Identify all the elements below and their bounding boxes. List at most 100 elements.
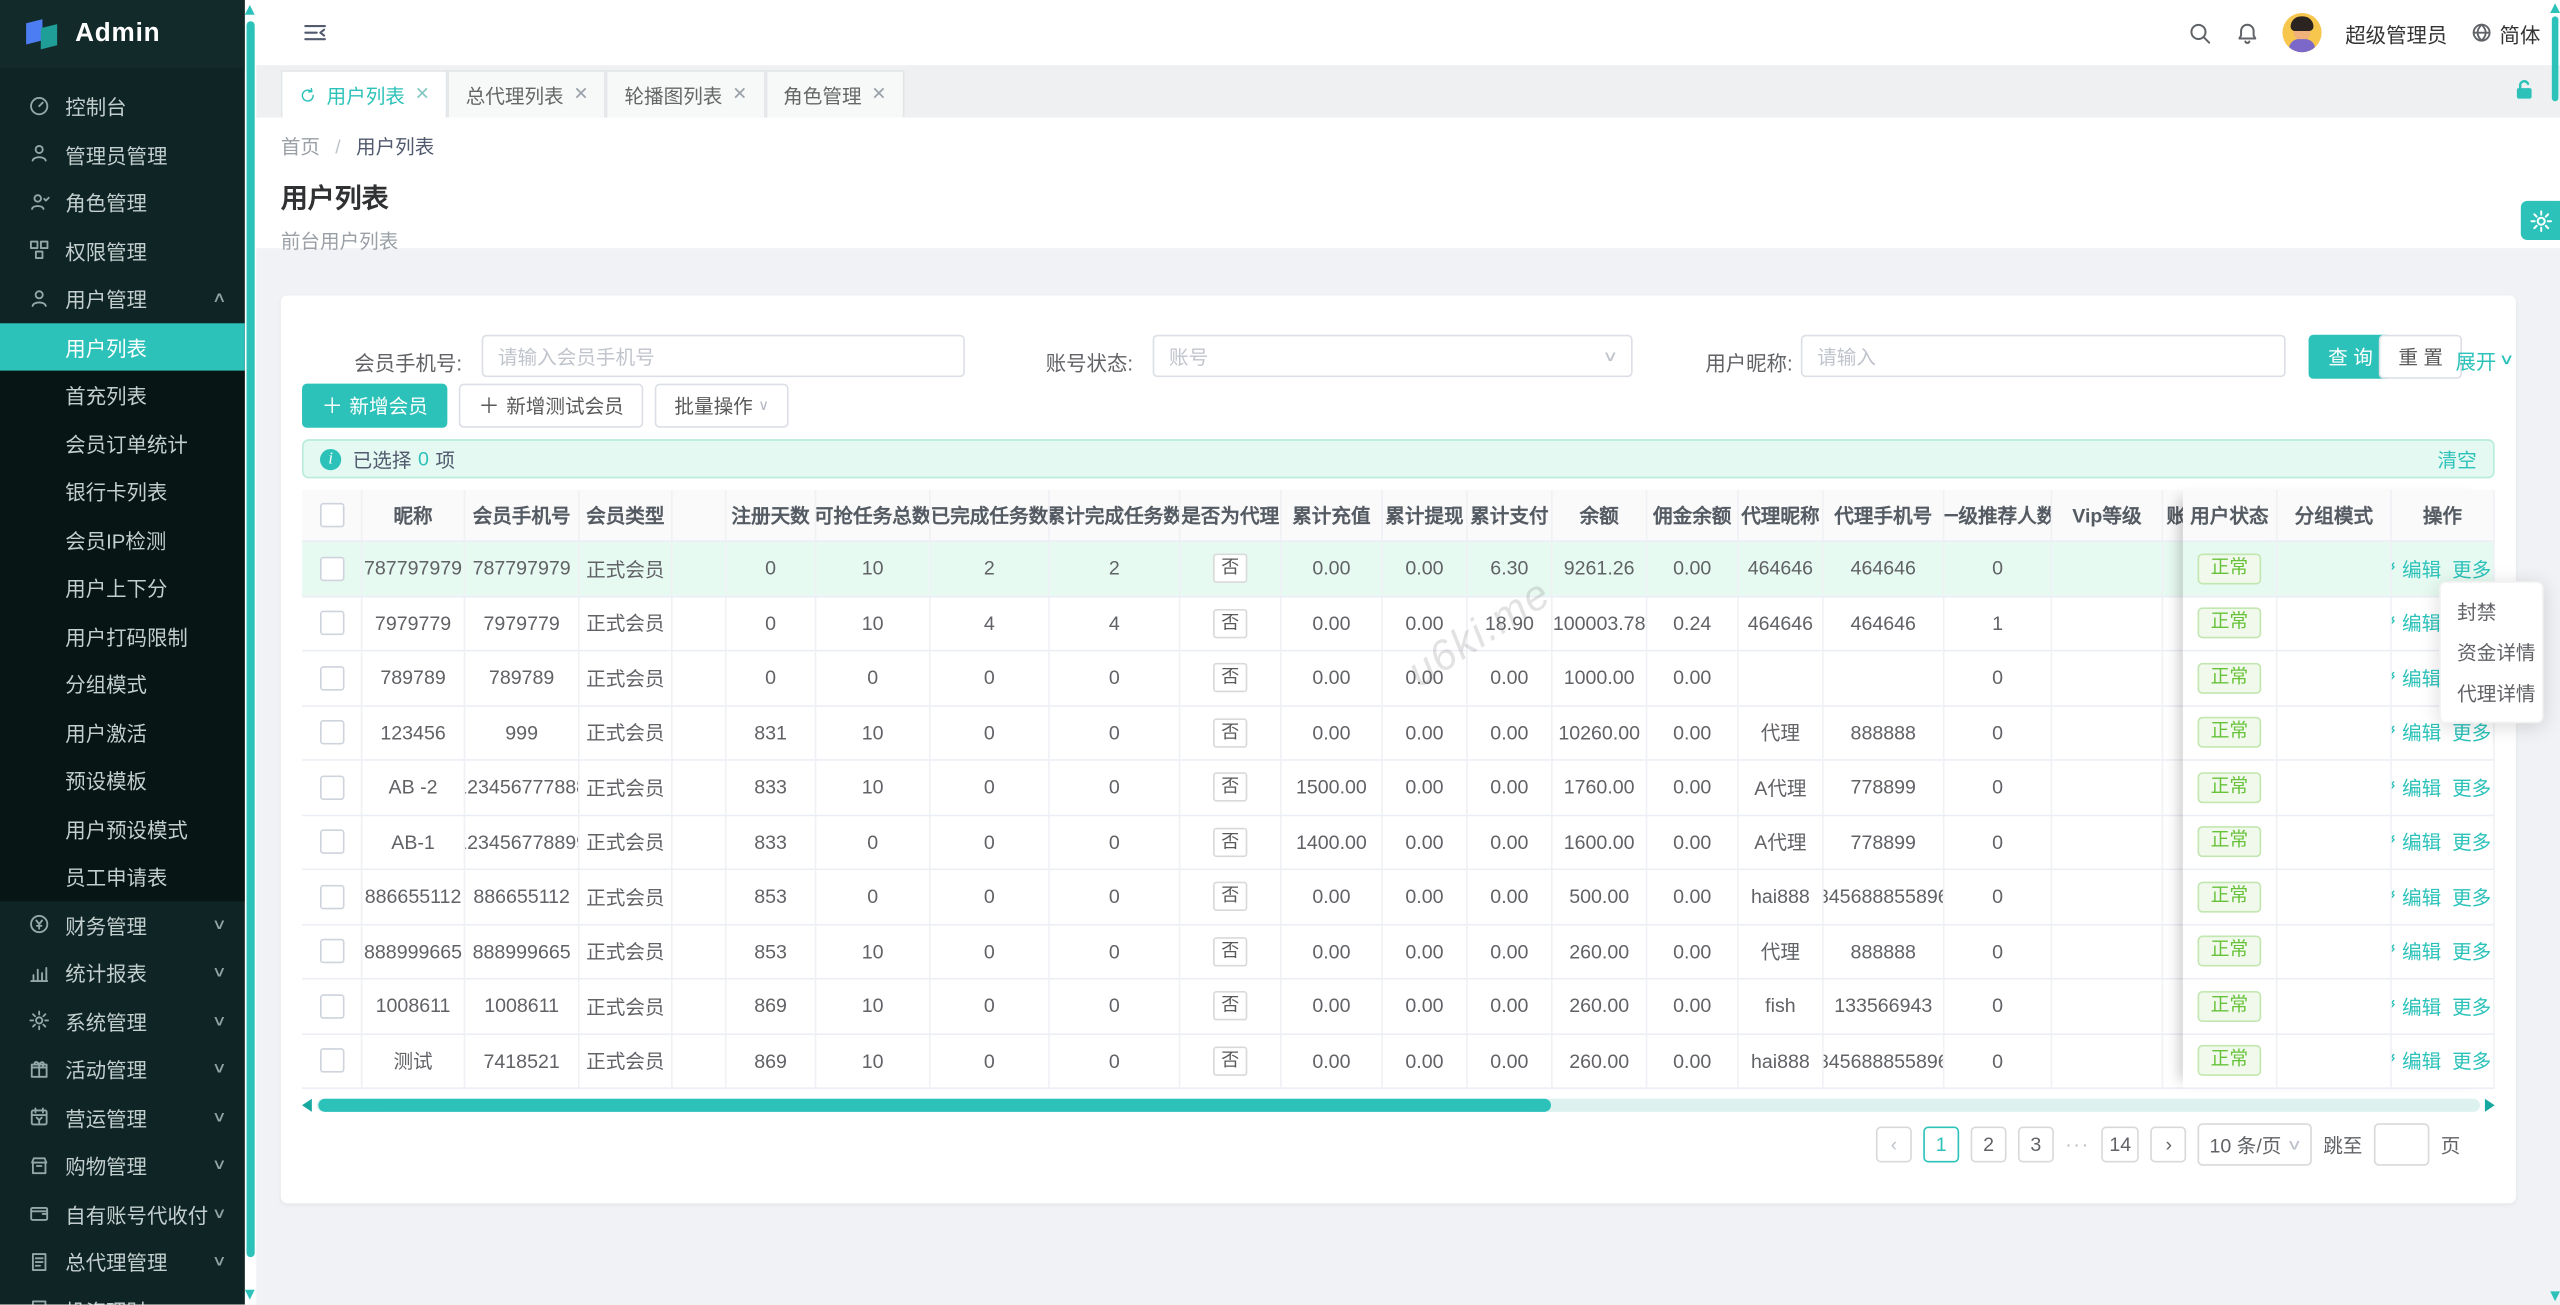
row-checkbox[interactable]: [319, 720, 343, 744]
more-link[interactable]: 更多∨: [2452, 773, 2495, 801]
edit-link[interactable]: 编辑: [2392, 555, 2441, 583]
breadcrumb-home[interactable]: 首页: [281, 136, 320, 159]
page-button-14[interactable]: 14: [2101, 1127, 2139, 1163]
add-test-member-button[interactable]: ＋新增测试会员: [459, 384, 644, 428]
page-button-2[interactable]: 2: [1971, 1127, 2007, 1163]
more-link[interactable]: 更多∨: [2452, 555, 2495, 583]
scrollbar-thumb[interactable]: [318, 1099, 1551, 1112]
sidebar-item-控制台[interactable]: 控制台: [0, 82, 245, 130]
username-label[interactable]: 超级管理员: [2345, 17, 2447, 48]
row-checkbox[interactable]: [319, 775, 343, 799]
status-filter-select[interactable]: 账号∨: [1153, 335, 1633, 377]
dropdown-item-资金详情[interactable]: 资金详情: [2441, 632, 2542, 673]
edit-link[interactable]: 编辑: [2392, 992, 2441, 1020]
expand-filters-link[interactable]: 展开∨: [2456, 344, 2513, 375]
more-link[interactable]: 更多∨: [2452, 883, 2495, 911]
sidebar-group-营运管理[interactable]: 营运管理∨: [0, 1093, 245, 1141]
more-link[interactable]: 更多∨: [2452, 1047, 2495, 1075]
clear-selection-link[interactable]: 清空: [2438, 445, 2477, 473]
page-button-1[interactable]: 1: [1923, 1127, 1959, 1163]
more-link[interactable]: 更多∨: [2452, 828, 2495, 856]
scroll-left-icon[interactable]: [302, 1099, 312, 1112]
phone-filter-input[interactable]: 请输入会员手机号: [482, 335, 965, 377]
sidebar-item-管理员管理[interactable]: 管理员管理: [0, 130, 245, 178]
sidebar-subitem-用户激活[interactable]: 用户激活: [0, 708, 245, 756]
collapse-menu-icon[interactable]: [302, 20, 328, 46]
sidebar-scroll-thumb[interactable]: [247, 21, 255, 1257]
sidebar-subitem-会员IP检测[interactable]: 会员IP检测: [0, 515, 245, 563]
language-switcher[interactable]: 简体: [2470, 17, 2540, 48]
row-checkbox[interactable]: [319, 666, 343, 690]
close-icon[interactable]: ✕: [573, 86, 588, 104]
page-scroll-thumb[interactable]: [2552, 16, 2559, 101]
row-checkbox[interactable]: [319, 1049, 343, 1073]
dropdown-item-代理详情[interactable]: 代理详情: [2441, 673, 2542, 714]
close-icon[interactable]: ✕: [871, 86, 886, 104]
sidebar-subitem-用户预设模式[interactable]: 用户预设模式: [0, 804, 245, 852]
search-icon[interactable]: [2189, 20, 2213, 44]
row-checkbox[interactable]: [319, 830, 343, 854]
sidebar-group-统计报表[interactable]: 统计报表∨: [0, 949, 245, 997]
tab-用户列表[interactable]: 用户列表✕: [281, 70, 448, 117]
row-checkbox[interactable]: [319, 611, 343, 635]
edit-link[interactable]: 编辑: [2392, 609, 2441, 637]
close-icon[interactable]: ✕: [415, 86, 430, 104]
sidebar-subitem-首充列表[interactable]: 首充列表: [0, 371, 245, 419]
batch-actions-button[interactable]: 批量操作 ∨: [655, 384, 789, 428]
tab-角色管理[interactable]: 角色管理✕: [765, 70, 904, 117]
edit-link[interactable]: 编辑: [2392, 664, 2441, 692]
edit-link[interactable]: 编辑: [2392, 938, 2441, 966]
refresh-icon[interactable]: [299, 86, 317, 104]
lock-icon[interactable]: [2511, 77, 2537, 103]
sidebar-item-角色管理[interactable]: 角色管理: [0, 178, 245, 226]
sidebar-group-总代理管理[interactable]: 总代理管理∨: [0, 1238, 245, 1286]
more-link[interactable]: 更多∨: [2452, 992, 2495, 1020]
sidebar-subitem-用户列表[interactable]: 用户列表: [0, 322, 245, 370]
more-link[interactable]: 更多∨: [2452, 938, 2495, 966]
jump-page-input[interactable]: [2374, 1123, 2430, 1165]
scroll-up-icon[interactable]: [2550, 3, 2560, 13]
sidebar-subitem-预设模板[interactable]: 预设模板: [0, 756, 245, 804]
sidebar-subitem-银行卡列表[interactable]: 银行卡列表: [0, 467, 245, 515]
scroll-up-icon[interactable]: [245, 5, 255, 15]
per-page-select[interactable]: 10 条/页∨: [2198, 1123, 2312, 1165]
page-scrollbar[interactable]: [2550, 0, 2560, 1304]
sidebar-subitem-会员订单统计[interactable]: 会员订单统计: [0, 419, 245, 467]
tab-总代理列表[interactable]: 总代理列表✕: [448, 70, 607, 117]
sidebar-group-系统管理[interactable]: 系统管理∨: [0, 997, 245, 1045]
tab-轮播图列表[interactable]: 轮播图列表✕: [606, 70, 765, 117]
sidebar-subitem-用户打码限制[interactable]: 用户打码限制: [0, 611, 245, 659]
sidebar-scrollbar[interactable]: [245, 0, 256, 1304]
scroll-down-icon[interactable]: [2550, 1291, 2560, 1301]
dropdown-item-封禁[interactable]: 封禁: [2441, 591, 2542, 632]
sidebar-group-购物管理[interactable]: 购物管理∨: [0, 1141, 245, 1189]
next-page-button[interactable]: ›: [2151, 1127, 2187, 1163]
sidebar-group-财务管理[interactable]: 财务管理∨: [0, 900, 245, 948]
edit-link[interactable]: 编辑: [2392, 719, 2441, 747]
reset-button[interactable]: 重 置: [2379, 335, 2463, 379]
edit-link[interactable]: 编辑: [2392, 1047, 2441, 1075]
select-all-checkbox[interactable]: [319, 503, 343, 527]
close-icon[interactable]: ✕: [732, 86, 747, 104]
notification-bell-icon[interactable]: [2236, 20, 2260, 44]
page-button-3[interactable]: 3: [2018, 1127, 2054, 1163]
user-avatar[interactable]: [2283, 13, 2322, 52]
pages-ellipsis[interactable]: ···: [2065, 1133, 2089, 1156]
row-checkbox[interactable]: [319, 884, 343, 908]
sidebar-item-权限管理[interactable]: 权限管理: [0, 226, 245, 274]
add-member-button[interactable]: ＋新增会员: [302, 384, 447, 428]
prev-page-button[interactable]: ‹: [1876, 1127, 1912, 1163]
edit-link[interactable]: 编辑: [2392, 773, 2441, 801]
horizontal-scrollbar[interactable]: [302, 1097, 2495, 1113]
sidebar-subitem-员工申请表[interactable]: 员工申请表: [0, 852, 245, 900]
sidebar-group-自有账号代收付[interactable]: 自有账号代收付∨: [0, 1189, 245, 1237]
edit-link[interactable]: 编辑: [2392, 828, 2441, 856]
scrollbar-track[interactable]: [317, 1099, 2480, 1112]
edit-link[interactable]: 编辑: [2392, 883, 2441, 911]
sidebar-group-活动管理[interactable]: 活动管理∨: [0, 1045, 245, 1093]
sidebar-subitem-分组模式[interactable]: 分组模式: [0, 660, 245, 708]
sidebar-subitem-用户上下分[interactable]: 用户上下分: [0, 563, 245, 611]
scroll-down-icon[interactable]: [245, 1290, 255, 1300]
row-checkbox[interactable]: [319, 556, 343, 580]
scroll-right-icon[interactable]: [2485, 1099, 2495, 1112]
